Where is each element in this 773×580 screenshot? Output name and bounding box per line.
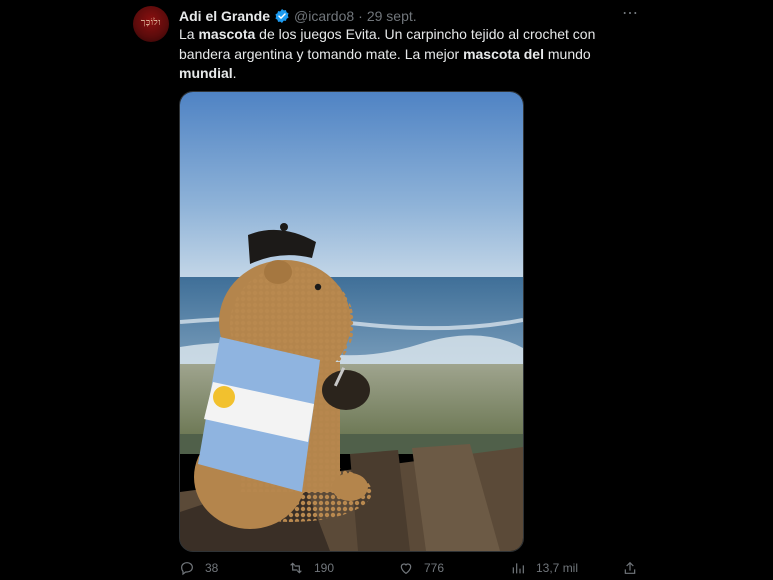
text-part: mundo [544,45,591,62]
verified-badge-icon [275,9,289,23]
capybara-photo-illustration [180,92,523,551]
hashtag-mascota[interactable]: mascota [198,26,255,42]
bar-chart-icon [512,563,524,574]
like-button[interactable]: 776 [398,560,444,576]
tweet-header: Adi el Grande @icardo8 · 29 sept. [179,6,417,26]
more-options-icon[interactable]: ⋯ [620,6,640,22]
highlight-mascota-del[interactable]: mascota del [463,46,544,62]
tweet-date[interactable]: 29 sept. [367,8,417,24]
share-icon [624,561,636,574]
reply-button[interactable]: 38 [179,560,218,576]
avatar-text: ולוֹכָּך [140,18,162,28]
views-button[interactable]: 13,7 mil [510,560,578,576]
author-name[interactable]: Adi el Grande [179,8,270,24]
like-count: 776 [424,561,445,575]
separator-dot: · [358,8,363,24]
heart-icon [400,563,412,575]
tweet-text: La mascota de los juegos Evita. Un carpi… [179,25,609,84]
retweet-button[interactable]: 190 [288,560,334,576]
retweet-count: 190 [314,561,335,575]
share-button[interactable] [622,560,648,576]
highlight-mundial[interactable]: mundial [179,65,233,81]
author-handle[interactable]: @icardo8 [294,8,354,24]
avatar[interactable]: ולוֹכָּך [133,6,169,42]
text-part: . [232,65,237,81]
reply-count: 38 [205,561,219,575]
views-count: 13,7 mil [536,561,579,575]
reply-icon [181,562,193,576]
tweet-actions: 38 190 776 13,7 mil [179,560,639,578]
retweet-icon [290,562,302,574]
tweet-photo[interactable] [179,91,524,552]
text-part: La [179,26,199,42]
